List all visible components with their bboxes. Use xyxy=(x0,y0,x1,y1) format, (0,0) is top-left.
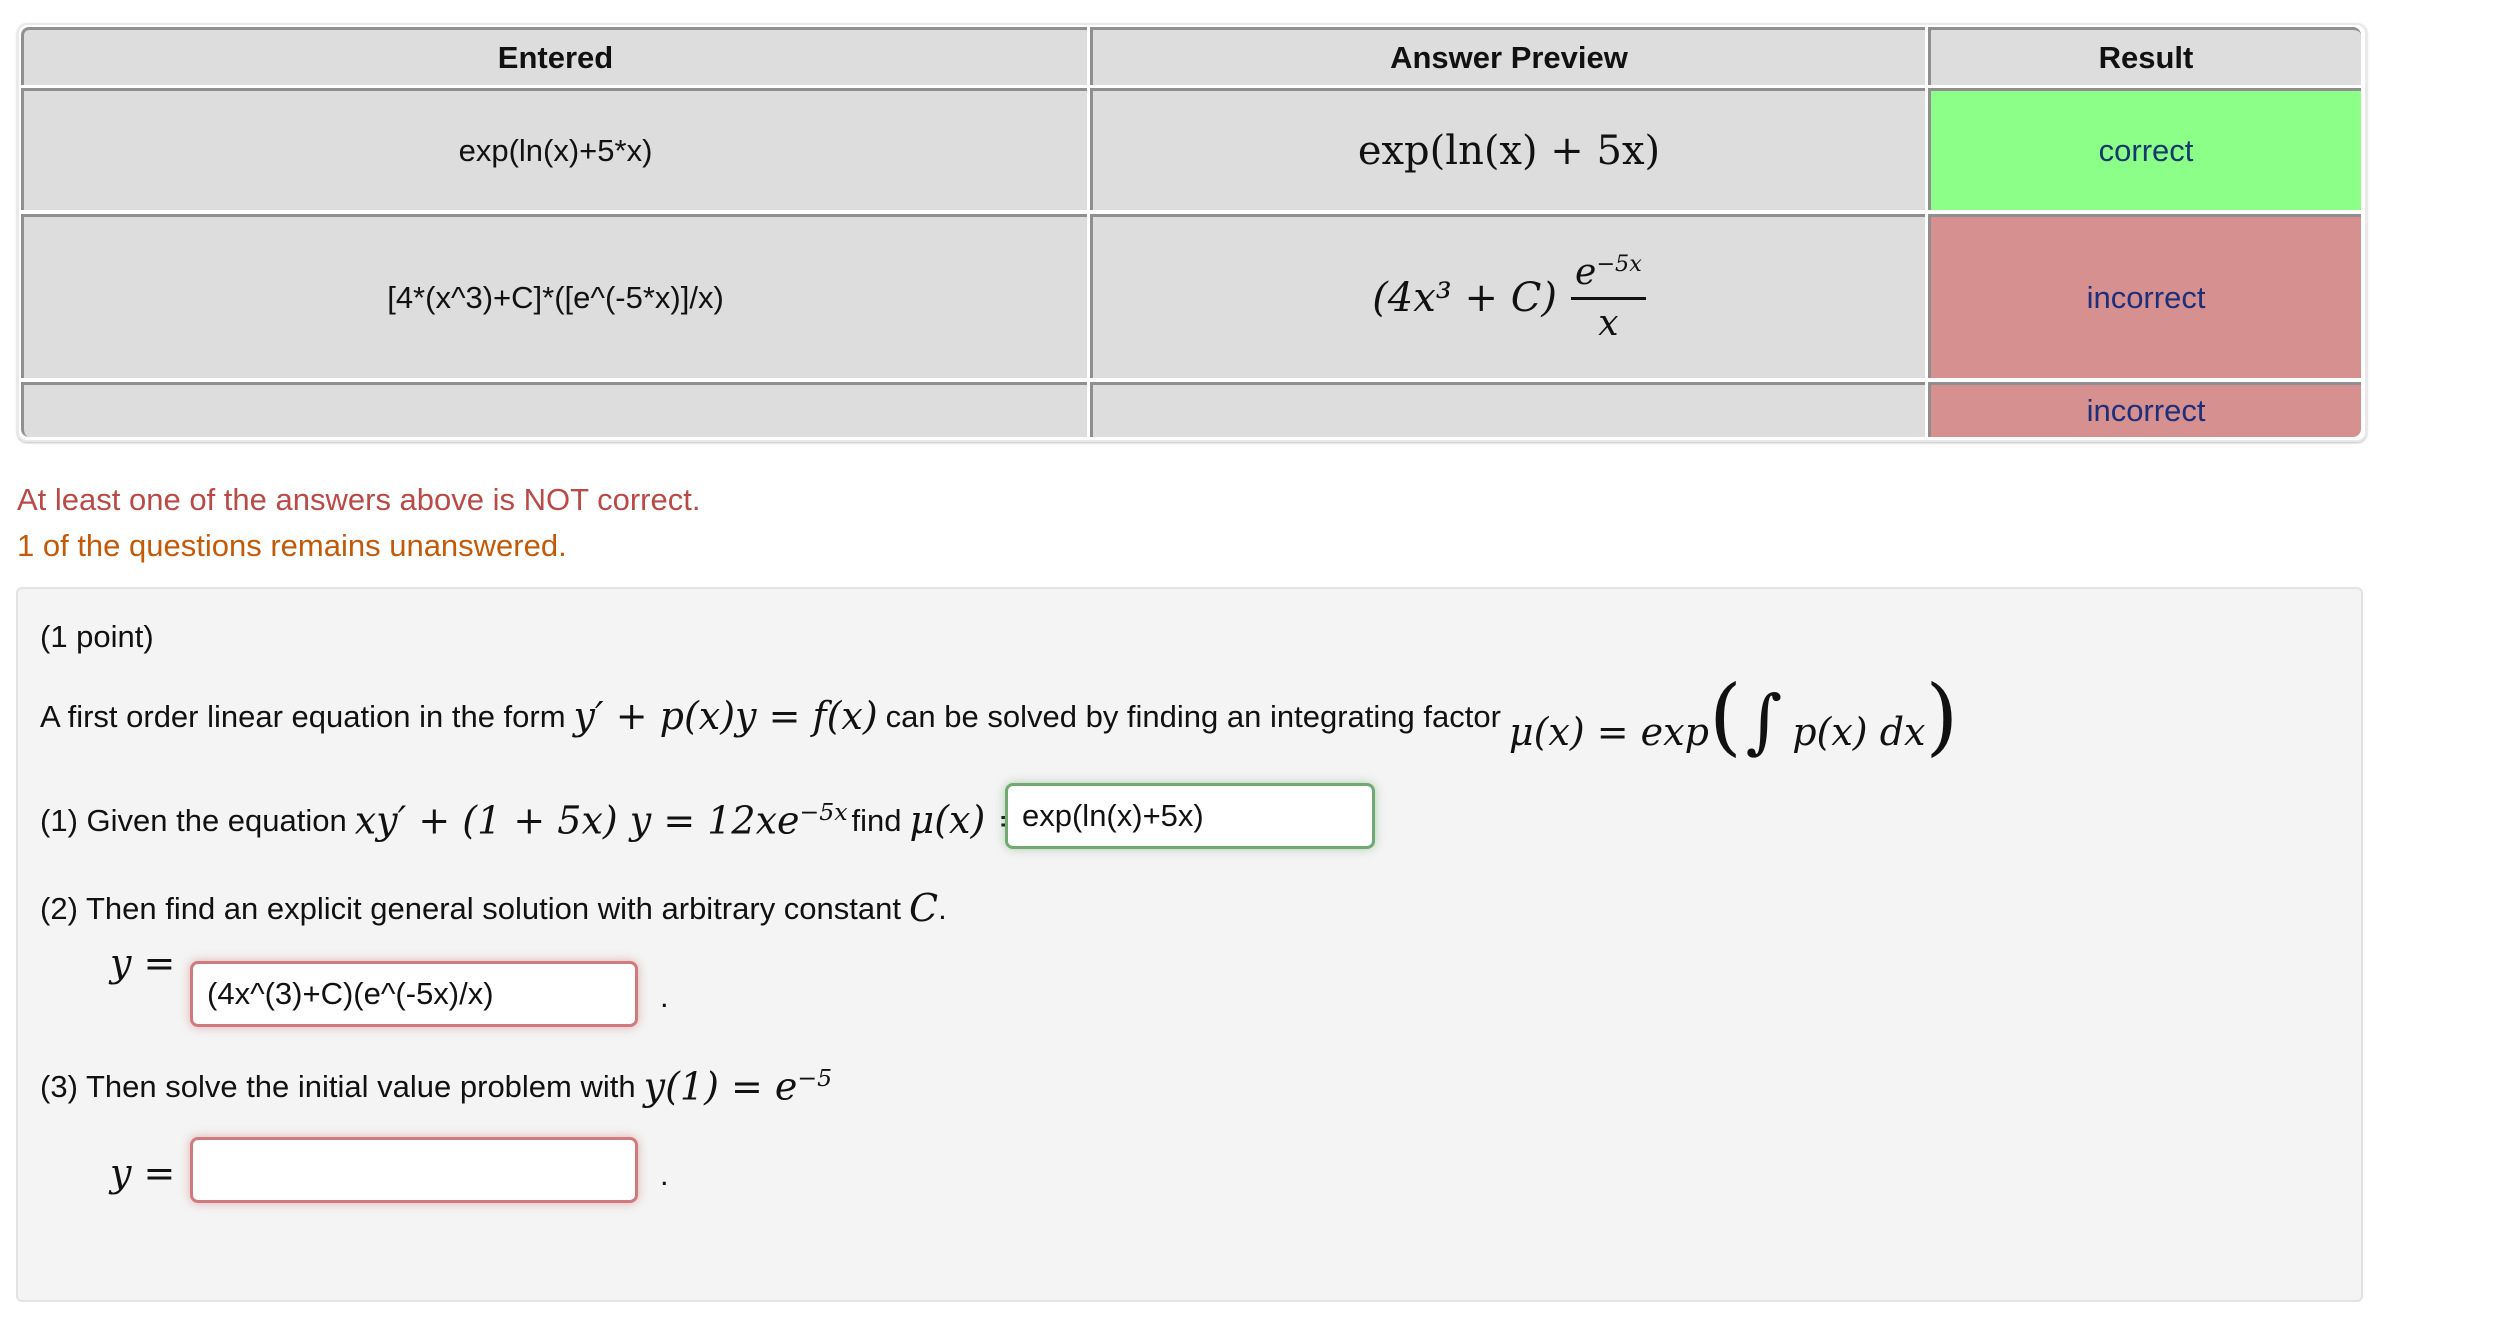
preview-numerator-base: e xyxy=(1575,252,1597,293)
integral-sign-icon: ∫ xyxy=(1745,680,1783,762)
part1-equation: xy′ + (1 + 5x) y = 12xe−5x xyxy=(354,797,848,843)
part2-text: (2) Then find an explicit general soluti… xyxy=(40,890,901,926)
result-incorrect-badge: incorrect xyxy=(1928,214,2361,378)
unanswered-message: 1 of the questions remains unanswered. xyxy=(17,528,567,563)
result-correct-badge: correct xyxy=(1928,88,2361,210)
answer-preview-cell: (4x³ + C) e−5x x xyxy=(1090,214,1925,378)
answer-preview-cell: exp(ln(x) + 5x) xyxy=(1090,88,1925,210)
answer-input-mu[interactable]: exp(ln(x)+5x) xyxy=(1005,783,1375,849)
part3-y-label: y = xyxy=(110,1151,176,1195)
part3-text: (3) Then solve the initial value problem… xyxy=(40,1068,636,1104)
result-incorrect-badge: incorrect xyxy=(1928,382,2361,437)
answer-input-ivp-solution[interactable] xyxy=(190,1137,638,1203)
part1-text: (1) Given the equation xyxy=(40,802,347,838)
part3-trailing-period: . xyxy=(660,1157,669,1192)
constant-c: C xyxy=(909,886,939,930)
part-3: (3) Then solve the initial value problem… xyxy=(40,1063,840,1109)
integrand: p(x) dx xyxy=(1792,710,1926,754)
not-correct-message: At least one of the answers above is NOT… xyxy=(17,482,701,517)
part3-equation: y(1) = e−5 xyxy=(643,1063,833,1109)
answer-input-general-solution[interactable]: (4x^(3)+C)(e^(-5x)/x) xyxy=(190,961,638,1027)
part2-trailing-period: . xyxy=(660,979,669,1014)
integrating-factor-formula: μ(x) = exp(∫ p(x) dx) xyxy=(1508,667,1959,765)
intro-text: A first order linear equation in the for… xyxy=(40,698,566,734)
part1-find-text: find xyxy=(851,802,902,838)
preview-factor: (4x³ + C) xyxy=(1372,274,1557,321)
mu-definition: μ(x) = exp xyxy=(1508,710,1709,754)
entered-cell xyxy=(21,382,1087,437)
preview-numerator-exp: −5x xyxy=(1596,251,1642,277)
intro-text-mid: can be solved by finding an integrating … xyxy=(885,698,1501,734)
problem-box: (1 point) A first order linear equation … xyxy=(16,587,2363,1302)
header-entered: Entered xyxy=(21,27,1087,85)
part2-period: . xyxy=(938,890,947,926)
entered-cell: [4*(x^3)+C]*([e^(-5*x)]/x) xyxy=(21,214,1087,378)
header-answer-preview: Answer Preview xyxy=(1090,27,1925,85)
points-label: (1 point) xyxy=(40,619,154,654)
preview-fraction: e−5x x xyxy=(1571,253,1646,342)
problem-intro: A first order linear equation in the for… xyxy=(40,661,1958,771)
entered-cell: exp(ln(x)+5*x) xyxy=(21,88,1087,210)
problem-points: (1 point) xyxy=(40,621,154,652)
answer-preview-cell xyxy=(1090,382,1925,437)
preview-denominator: x xyxy=(1598,303,1619,344)
part-1: (1) Given the equation xy′ + (1 + 5x) y … xyxy=(40,797,1037,843)
part-2: (2) Then find an explicit general soluti… xyxy=(40,889,947,927)
results-table: Entered Answer Preview Result exp(ln(x)+… xyxy=(17,23,2367,442)
part2-y-label: y = xyxy=(110,941,176,985)
header-result: Result xyxy=(1928,27,2361,85)
intro-equation: y′ + p(x)y = f(x) xyxy=(573,694,878,738)
